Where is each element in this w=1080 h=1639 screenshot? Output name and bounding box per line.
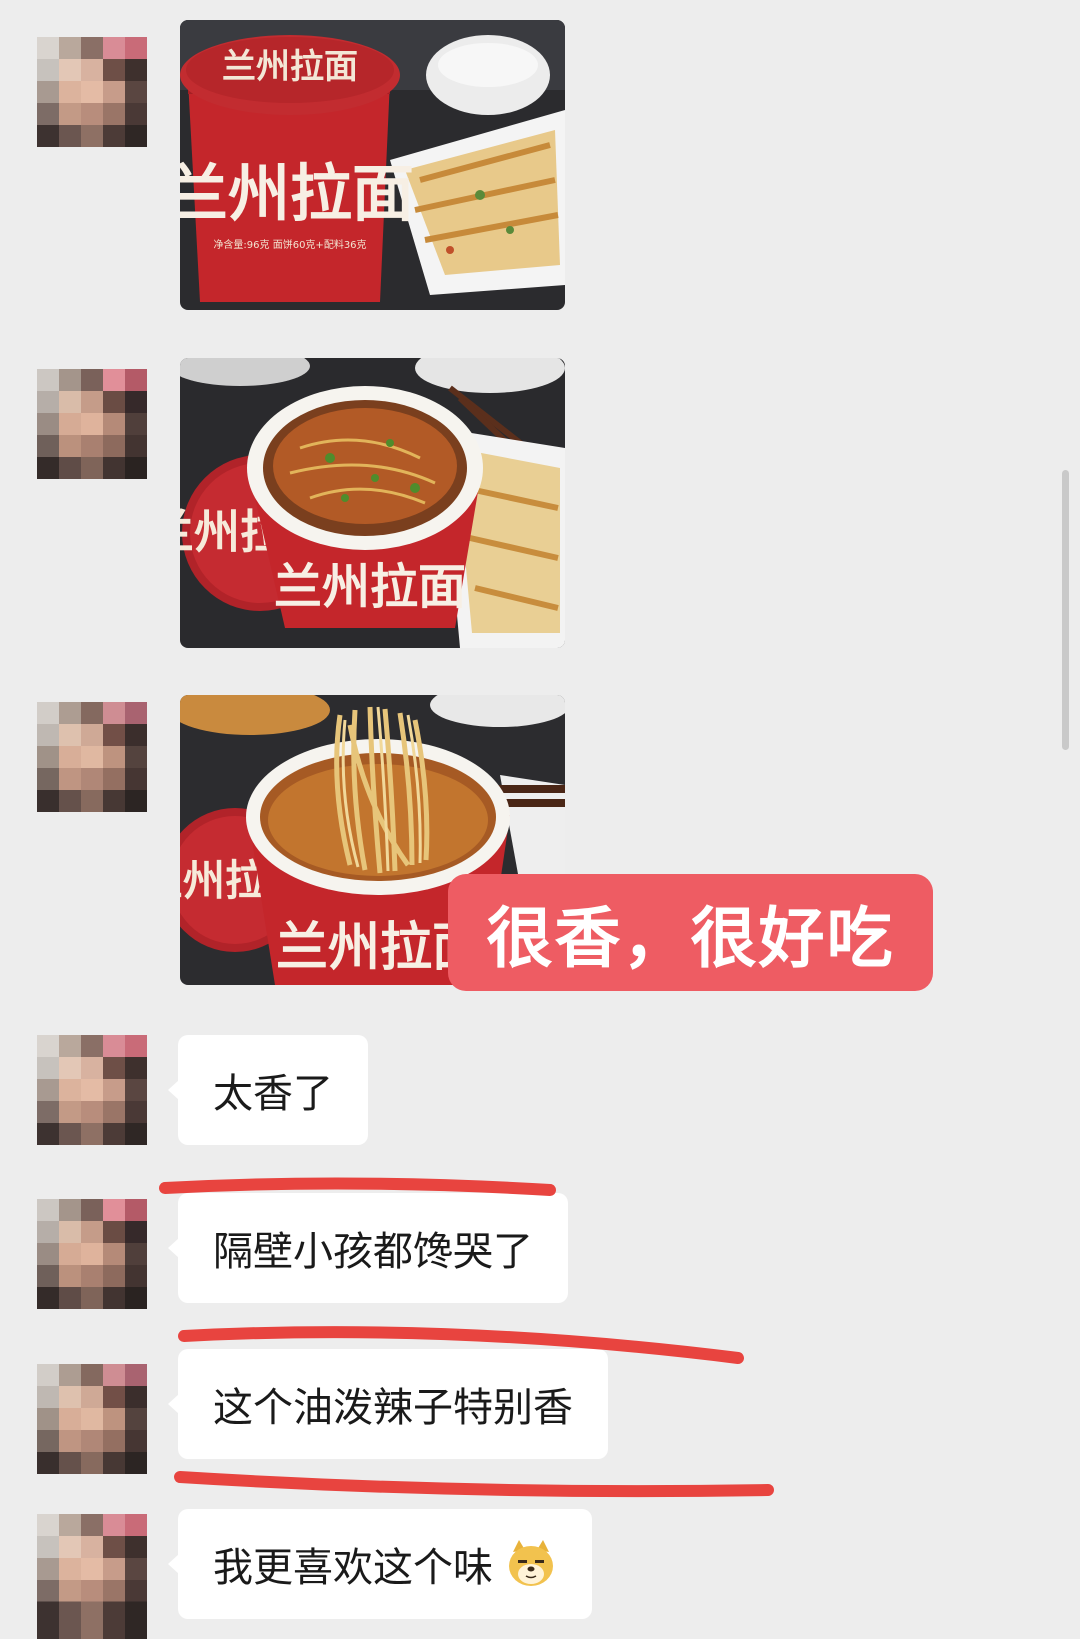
scrollbar[interactable] bbox=[1062, 470, 1069, 750]
underline-mark-3 bbox=[174, 1471, 774, 1498]
underline-mark-2 bbox=[178, 1326, 744, 1364]
underline-mark-1 bbox=[159, 1177, 556, 1196]
highlight-underlines bbox=[159, 1177, 774, 1498]
